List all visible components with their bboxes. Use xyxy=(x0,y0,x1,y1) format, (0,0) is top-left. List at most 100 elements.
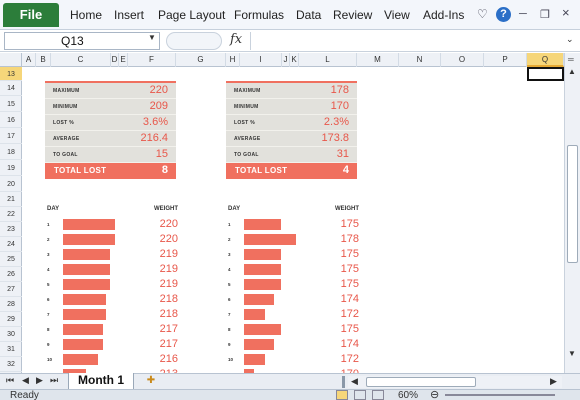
row-header[interactable]: 14 xyxy=(0,81,22,96)
row-header[interactable]: 28 xyxy=(0,297,22,312)
row-header[interactable]: 21 xyxy=(0,192,22,207)
page-layout-view-button[interactable] xyxy=(354,390,366,400)
expand-formula-bar-icon[interactable]: ⌄ xyxy=(566,34,574,45)
weight-row: 4 219 xyxy=(47,262,178,277)
tab-split-handle[interactable] xyxy=(342,376,345,388)
row-header[interactable]: 31 xyxy=(0,342,22,357)
row-header[interactable]: 17 xyxy=(0,129,22,144)
insert-sheet-icon[interactable]: ✚ xyxy=(142,375,160,388)
weight-table-header: DAY WEIGHT xyxy=(47,202,178,217)
tab-review[interactable]: Review xyxy=(333,8,372,22)
row-header[interactable]: 23 xyxy=(0,222,22,237)
col-header[interactable]: P xyxy=(484,53,527,67)
row-header[interactable]: 25 xyxy=(0,252,22,267)
last-sheet-icon[interactable]: ⏭ xyxy=(50,375,58,386)
scroll-up-icon[interactable]: ▲ xyxy=(568,67,576,76)
col-header[interactable]: D xyxy=(111,53,119,67)
ribbon-tab-bar: File Home Insert Page Layout Formulas Da… xyxy=(0,0,580,30)
col-header[interactable]: I xyxy=(240,53,282,67)
zoom-slider[interactable] xyxy=(445,394,555,396)
file-tab[interactable]: File xyxy=(3,3,59,27)
sheet-tab-month-1[interactable]: Month 1 xyxy=(68,373,134,390)
col-header-selected[interactable]: Q xyxy=(527,53,564,67)
col-header[interactable]: E xyxy=(119,53,128,67)
tab-home[interactable]: Home xyxy=(70,8,102,22)
stat-row-minimum: MINIMUM 170 xyxy=(226,99,357,115)
select-all-corner[interactable] xyxy=(0,53,22,67)
scroll-right-icon[interactable]: ▶ xyxy=(550,376,557,387)
formula-bar: Q13 ▼ fx ⌄ xyxy=(0,30,580,52)
stat-row-average: AVERAGE 216.4 xyxy=(45,131,176,147)
row-header[interactable]: 19 xyxy=(0,161,22,176)
normal-view-button[interactable] xyxy=(336,390,348,400)
col-header[interactable]: C xyxy=(51,53,111,67)
first-sheet-icon[interactable]: ⏮ xyxy=(6,375,14,386)
col-header[interactable]: L xyxy=(299,53,357,67)
stat-label: TO GOAL xyxy=(234,152,259,158)
horizontal-scrollbar[interactable]: ◀ ▶ xyxy=(348,376,562,388)
help-icon[interactable]: ? xyxy=(496,7,511,22)
row-header[interactable]: 15 xyxy=(0,97,22,112)
row-header[interactable]: 26 xyxy=(0,267,22,282)
name-box-dropdown-icon[interactable]: ▼ xyxy=(148,33,156,42)
tab-add-ins[interactable]: Add-Ins xyxy=(423,8,464,22)
tab-data[interactable]: Data xyxy=(296,8,321,22)
horizontal-scroll-thumb[interactable] xyxy=(366,377,476,387)
formula-input[interactable] xyxy=(250,32,564,50)
page-break-view-button[interactable] xyxy=(372,390,384,400)
minimize-ribbon-icon[interactable]: ♡ xyxy=(477,7,488,21)
day-cell: 8 xyxy=(47,327,50,332)
zoom-out-icon[interactable]: ⊖ xyxy=(430,388,439,400)
next-sheet-icon[interactable]: ▶ xyxy=(36,375,43,386)
prev-sheet-icon[interactable]: ◀ xyxy=(22,375,29,386)
col-header[interactable]: H xyxy=(226,53,240,67)
scroll-left-icon[interactable]: ◀ xyxy=(351,376,358,387)
row-header-selected[interactable]: 13 xyxy=(0,67,22,81)
row-header[interactable]: 30 xyxy=(0,327,22,342)
day-cell: 1 xyxy=(228,222,231,227)
vertical-scroll-thumb[interactable] xyxy=(567,145,578,263)
row-header[interactable]: 24 xyxy=(0,237,22,252)
col-header[interactable]: O xyxy=(441,53,484,67)
weight-cell: 220 xyxy=(159,218,178,230)
scroll-down-icon[interactable]: ▼ xyxy=(568,349,576,358)
zoom-level[interactable]: 60% xyxy=(398,390,418,400)
col-header[interactable]: M xyxy=(357,53,399,67)
col-header[interactable]: J xyxy=(282,53,290,67)
row-header[interactable]: 20 xyxy=(0,177,22,192)
tab-insert[interactable]: Insert xyxy=(114,8,144,22)
col-header[interactable]: A xyxy=(22,53,36,67)
tab-formulas[interactable]: Formulas xyxy=(234,8,284,22)
row-header[interactable]: 29 xyxy=(0,312,22,327)
window-minimize-icon[interactable]: ─ xyxy=(519,8,527,20)
tab-page-layout[interactable]: Page Layout xyxy=(158,8,225,22)
insert-function-icon[interactable]: fx xyxy=(230,32,242,47)
row-header[interactable]: 27 xyxy=(0,282,22,297)
total-lost-label: TOTAL LOST xyxy=(54,166,107,175)
vertical-scrollbar[interactable]: ═ ▲ ▼ xyxy=(564,53,580,373)
row-header[interactable]: 18 xyxy=(0,145,22,160)
col-header[interactable]: K xyxy=(290,53,299,67)
row-header[interactable]: 32 xyxy=(0,357,22,372)
status-text: Ready xyxy=(10,390,39,400)
formula-bar-resize-handle[interactable] xyxy=(166,32,222,50)
row-header[interactable]: 22 xyxy=(0,207,22,222)
weight-row: 9 217 xyxy=(47,337,178,352)
col-header[interactable]: G xyxy=(176,53,226,67)
tab-view[interactable]: View xyxy=(384,8,410,22)
day-cell: 8 xyxy=(228,327,231,332)
row-header[interactable]: 16 xyxy=(0,113,22,128)
window-close-icon[interactable]: × xyxy=(562,5,570,20)
weight-row: 7 218 xyxy=(47,307,178,322)
split-handle-icon[interactable]: ═ xyxy=(568,55,574,64)
weight-bar xyxy=(244,309,265,320)
window-restore-icon[interactable]: ❐ xyxy=(540,8,550,21)
col-header[interactable]: N xyxy=(399,53,441,67)
col-header[interactable]: F xyxy=(128,53,176,67)
weight-cell: 175 xyxy=(340,248,359,260)
weight-row: 1 220 xyxy=(47,217,178,232)
name-box[interactable]: Q13 xyxy=(4,32,160,50)
active-cell-selection[interactable] xyxy=(527,67,564,81)
worksheet[interactable]: MAXIMUM 220 MINIMUM 209 LOST % 3.6% AVER… xyxy=(22,67,564,373)
col-header[interactable]: B xyxy=(36,53,51,67)
